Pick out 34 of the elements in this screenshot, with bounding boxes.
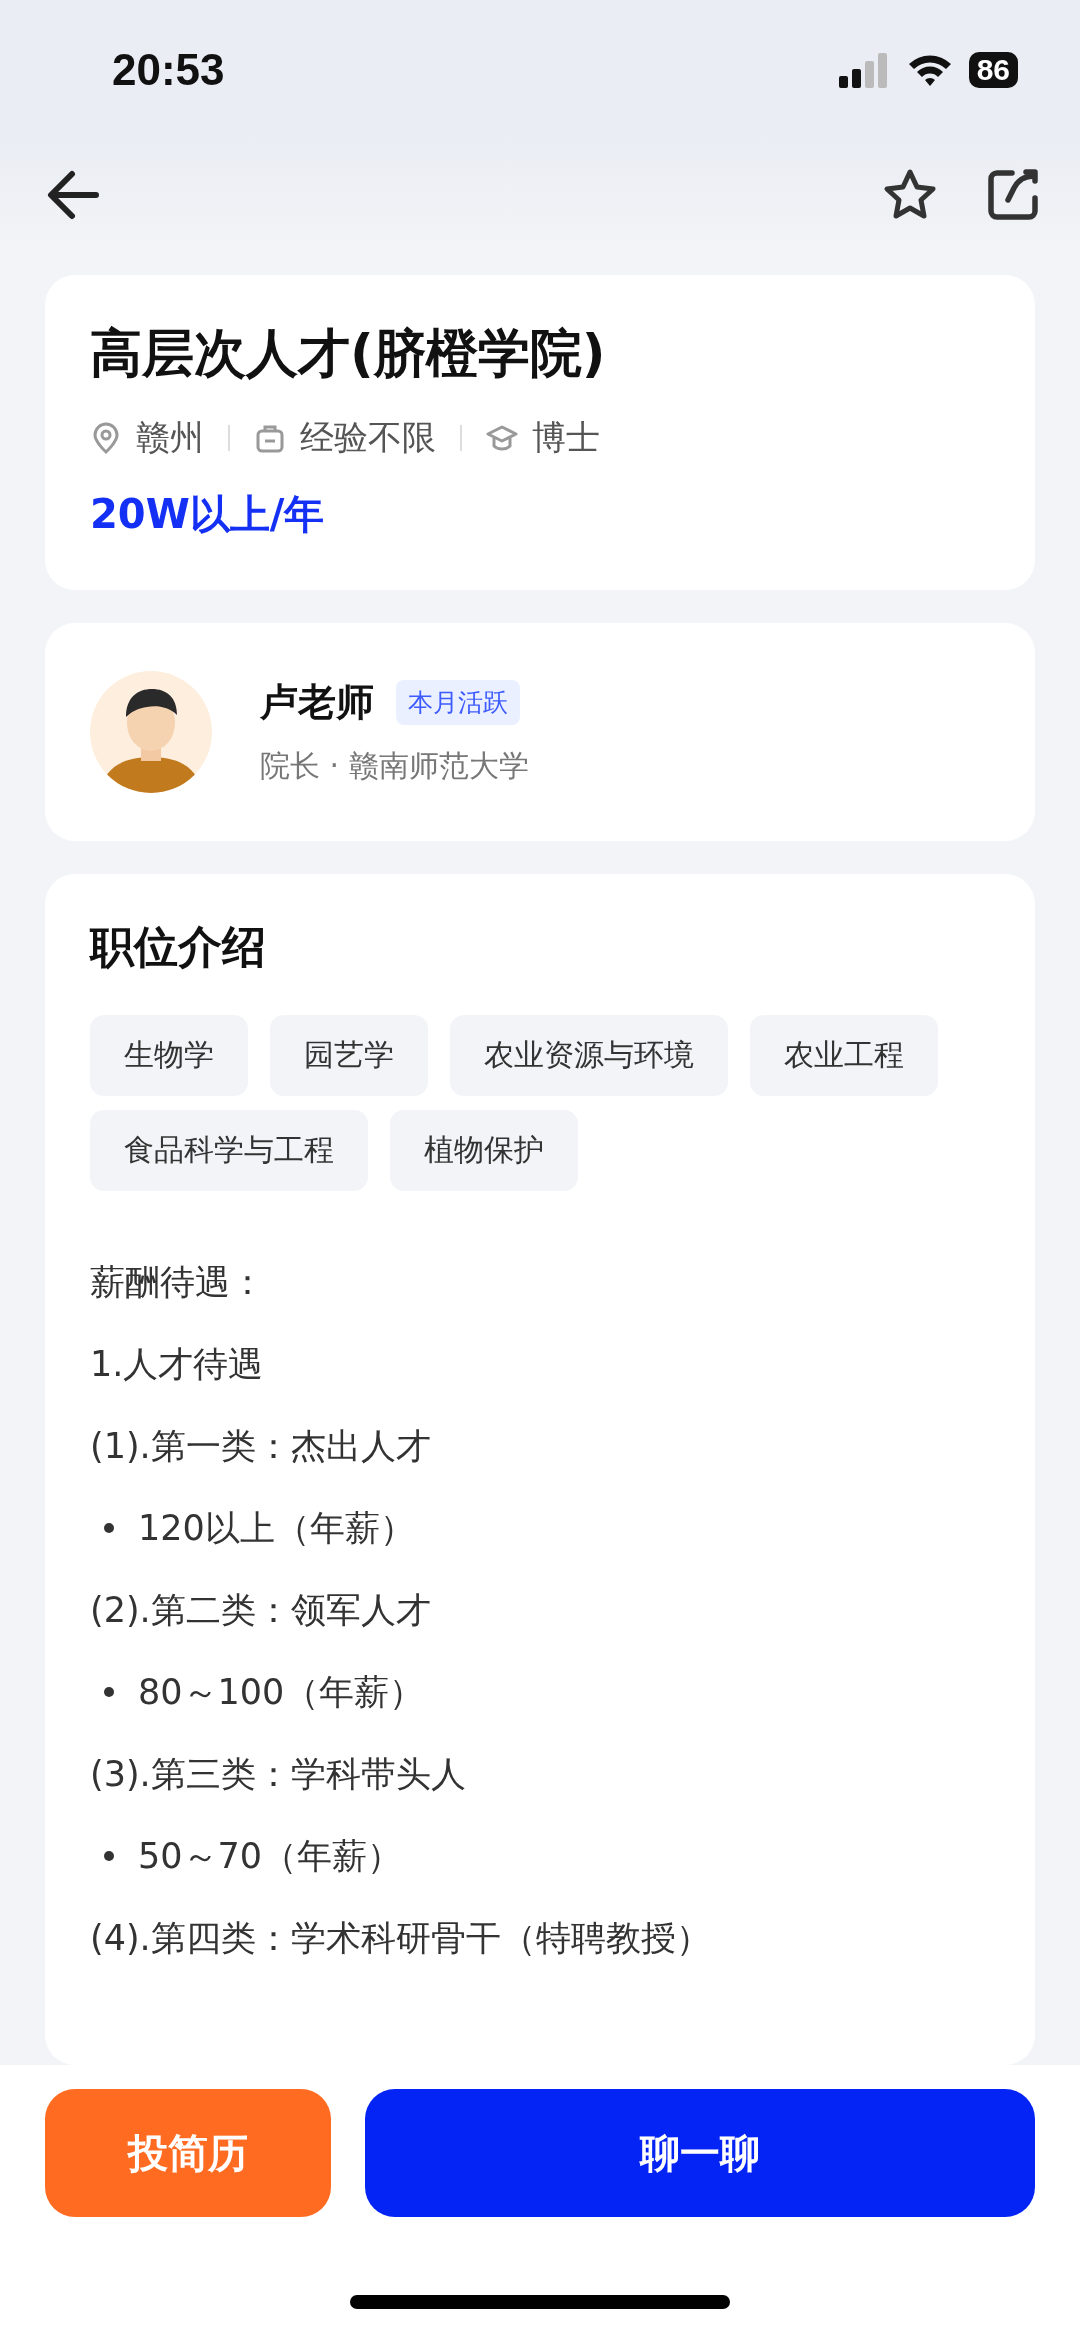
job-requirement: 博士 [532,416,600,459]
description-text: (2).第二类：领军人才 [90,1588,432,1632]
bullet-icon [104,1851,114,1861]
share-icon[interactable] [986,168,1040,222]
star-icon[interactable] [882,168,938,222]
description-text: (4).第四类：学术科研骨干（特聘教授） [90,1916,712,1960]
section-heading: 职位介绍 [90,920,267,974]
description-text: 50～70（年薪） [138,1834,403,1878]
subject-tag: 食品科学与工程 [90,1110,368,1191]
back-arrow-icon[interactable] [46,170,100,220]
job-requirement: 经验不限 [300,416,436,459]
description-text: 80～100（年薪） [138,1670,425,1714]
recruiter-name: 卢老师 [260,679,374,726]
subject-tag: 园艺学 [270,1015,428,1096]
chat-button[interactable]: 聊一聊 [365,2089,1035,2217]
description-text: 120以上（年薪） [138,1506,415,1550]
description-text: (1).第一类：杰出人才 [90,1424,432,1468]
subject-tag: 生物学 [90,1015,248,1096]
salary: 20W以上/年 [90,490,326,539]
status-time: 20:53 [112,45,225,95]
job-title: 高层次人才(脐橙学院) [90,322,607,385]
subject-tag: 农业工程 [750,1015,938,1096]
bullet-icon [104,1687,114,1697]
recruiter-title: 院长 · 赣南师范大学 [260,747,529,785]
activity-badge: 本月活跃 [396,680,520,725]
job-requirement: 赣州 [136,416,204,459]
recruiter-card[interactable]: 卢老师 本月活跃 院长 · 赣南师范大学 [45,623,1035,841]
subject-tag: 植物保护 [390,1110,578,1191]
battery-level: 86 [968,52,1018,88]
description-text: 薪酬待遇： [90,1260,266,1304]
subject-tag: 农业资源与环境 [450,1015,728,1096]
description-text: 1.人才待遇 [90,1342,265,1386]
description-text: (3).第三类：学科带头人 [90,1752,467,1796]
bullet-icon [104,1523,114,1533]
